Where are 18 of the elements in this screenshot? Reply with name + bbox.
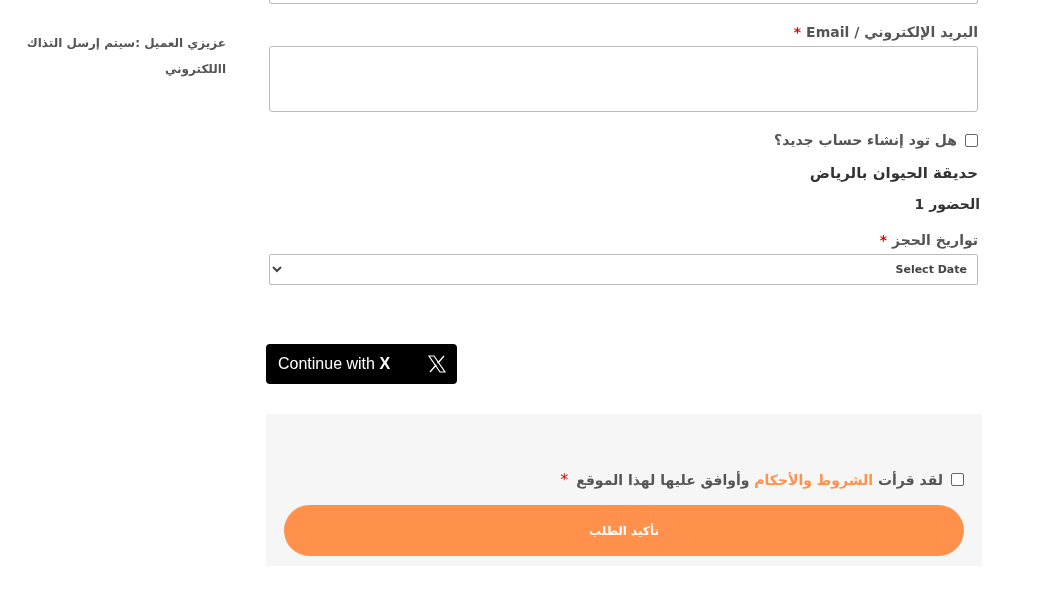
required-asterisk: * (560, 470, 569, 489)
checkbox[interactable] (965, 133, 978, 147)
required-asterisk: * (793, 24, 802, 40)
email-field[interactable] (269, 46, 978, 112)
required-asterisk: * (879, 232, 888, 248)
email-label: البريد الإلكتروني / Email (806, 24, 978, 40)
date-select[interactable]: Select Date (269, 254, 978, 285)
terms-text: لقد قرأت الشروط والأحكام وأوافق عليها لهذا الموقع (576, 471, 943, 488)
event-title: حديقة الحيوان بالرياض (808, 164, 978, 182)
continue-with-x-button[interactable]: Continue with X (266, 344, 457, 384)
notice-text: عزيزي العميل :سيتم إرسل التذاك (25, 36, 226, 50)
create-account-label: هل تود إنشاء حساب جديد؟ (774, 132, 957, 148)
input-field[interactable] (269, 0, 978, 4)
dates-label: تواريخ الحجز (891, 232, 978, 248)
notice-text: االلكتروني (163, 62, 226, 76)
checkbox[interactable] (951, 473, 964, 486)
x-logo-icon (427, 354, 447, 374)
attendance-text: الحضور 1 (913, 196, 980, 212)
